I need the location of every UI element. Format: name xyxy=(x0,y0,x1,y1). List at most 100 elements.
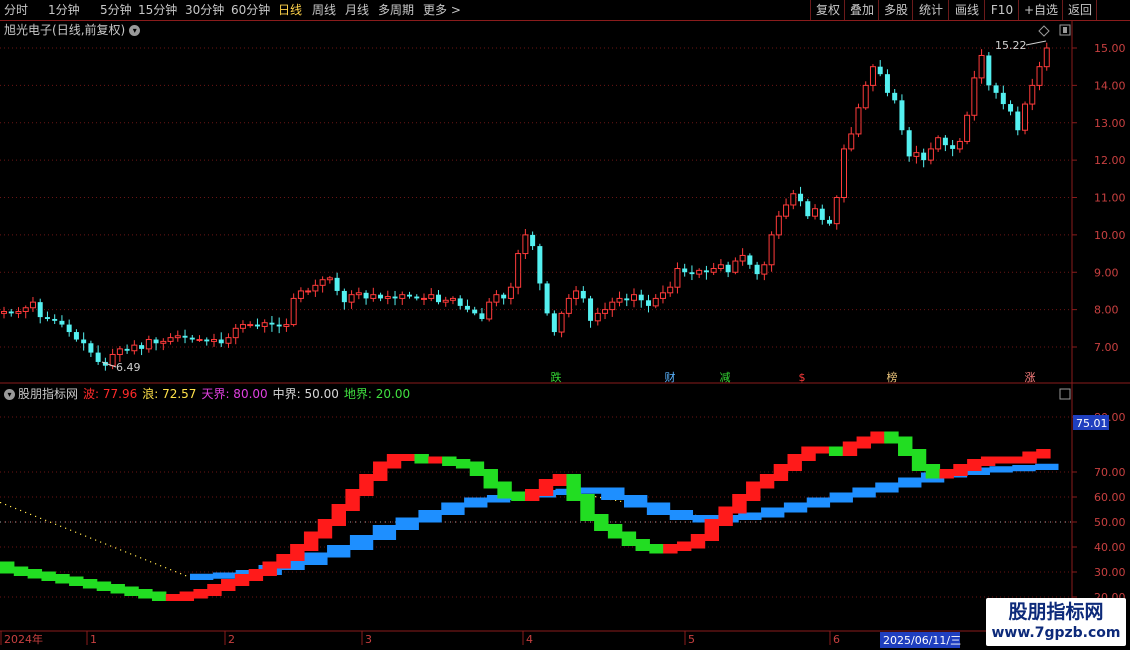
candle-body xyxy=(768,234,775,266)
candle-body xyxy=(414,296,420,299)
candle-body xyxy=(913,152,920,157)
candle-body xyxy=(1015,111,1021,131)
lang-dot xyxy=(140,557,142,559)
lang-segment xyxy=(898,477,922,488)
lang-segment xyxy=(190,573,214,580)
candle-body xyxy=(131,344,138,352)
wave-segment xyxy=(580,494,595,521)
candle-body xyxy=(124,348,130,351)
wave-segment xyxy=(193,589,208,599)
wave-segment xyxy=(967,459,982,471)
candle-body xyxy=(290,297,297,326)
candle-body xyxy=(551,313,557,333)
wave-segment xyxy=(870,431,885,444)
lang-dot xyxy=(90,537,92,539)
wave-segment xyxy=(511,491,526,501)
wave-segment xyxy=(566,474,581,501)
wave-value: 波: 77.96 xyxy=(83,387,138,401)
lang-dot xyxy=(105,543,107,545)
lang-dot xyxy=(600,497,602,499)
wave-segment xyxy=(773,464,789,481)
lang-dot xyxy=(0,502,2,504)
wave-segment xyxy=(151,591,167,601)
candle-body xyxy=(501,294,507,299)
candle-body xyxy=(52,318,58,321)
lang-segment xyxy=(212,572,237,579)
lang-dot xyxy=(155,563,157,565)
candle-body xyxy=(884,74,890,93)
candle-body xyxy=(588,298,594,321)
wave-segment xyxy=(207,584,222,596)
watermark: 股朋指标网 www.7gpzb.com xyxy=(986,598,1126,646)
wave-segment xyxy=(718,506,733,526)
wave-segment xyxy=(732,494,747,514)
lang-dot xyxy=(100,541,102,543)
lang-segment xyxy=(738,512,762,520)
lang-segment xyxy=(875,482,899,493)
lang-segment xyxy=(349,535,374,550)
lang-segment xyxy=(624,495,648,508)
lang-dot xyxy=(150,561,152,563)
wave-segment xyxy=(110,584,125,594)
price-tick-label: 12.00 xyxy=(1094,154,1126,167)
candle-body xyxy=(428,294,435,299)
indicator-tick-label: 40.00 xyxy=(1094,541,1126,554)
candle-body xyxy=(833,197,840,225)
lang-dot xyxy=(35,515,37,518)
candle-body xyxy=(392,296,398,299)
wave-segment xyxy=(925,464,941,479)
chart-area: 15.00 14.00 13.00 12.00 11.00 10.00 9.00 8.00 7.… xyxy=(0,21,1130,648)
diamond-icon[interactable] xyxy=(1038,25,1050,37)
indicator-tick-label: 70.00 xyxy=(1094,466,1126,479)
candle-body xyxy=(204,339,210,342)
event-marker: 财 xyxy=(665,370,676,384)
candle-body xyxy=(153,339,159,344)
candle-body xyxy=(530,234,536,247)
candle-body xyxy=(1,310,7,314)
lang-segment xyxy=(852,487,876,498)
candle-body xyxy=(196,339,203,342)
candle-body xyxy=(15,310,22,314)
candle-body xyxy=(725,264,731,273)
lang-dot xyxy=(115,547,117,549)
lang-dot xyxy=(125,551,127,553)
candle-body xyxy=(522,234,529,255)
candle-body xyxy=(717,264,724,270)
candle-body xyxy=(305,290,312,293)
candle-body xyxy=(862,84,869,109)
candle-body xyxy=(507,286,514,299)
wave-segment xyxy=(373,461,388,481)
lang-segment xyxy=(372,525,397,540)
wave-segment xyxy=(953,464,968,476)
price-tick-label: 10.00 xyxy=(1094,229,1126,242)
lang-dot xyxy=(75,531,77,533)
indicator-toggle-icon[interactable] xyxy=(1059,388,1071,400)
wave-segment xyxy=(69,576,84,586)
candle-body xyxy=(312,284,319,292)
lang-dot xyxy=(65,527,67,529)
price-tick-label: 15.00 xyxy=(1094,42,1126,55)
lang-segment xyxy=(418,510,442,523)
wave-segment xyxy=(414,454,429,464)
wave-segment xyxy=(704,519,720,541)
chevron-down-icon[interactable]: ▾ xyxy=(4,389,15,400)
wave-segment xyxy=(0,561,15,574)
candle-body xyxy=(399,294,406,299)
candle-body xyxy=(348,294,355,303)
candle-body xyxy=(139,345,145,349)
date-label: 4 xyxy=(526,633,533,646)
wave-segment xyxy=(138,589,153,599)
wave-segment xyxy=(828,446,844,456)
candle-body xyxy=(602,309,609,314)
candle-body xyxy=(921,152,927,161)
wave-segment xyxy=(911,449,927,471)
wave-segment xyxy=(538,479,554,496)
wave-segment xyxy=(96,581,112,591)
date-label: 5 xyxy=(688,633,695,646)
candle-body xyxy=(341,290,347,303)
indicator-tick-label: 60.00 xyxy=(1094,491,1126,504)
candle-body xyxy=(964,114,971,142)
candle-body xyxy=(855,107,862,135)
candle-body xyxy=(1008,104,1014,112)
candle-body xyxy=(515,253,522,288)
